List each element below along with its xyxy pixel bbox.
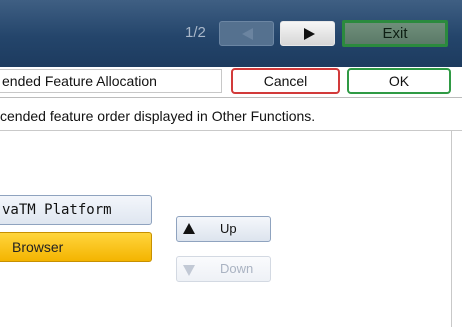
triangle-down-icon — [183, 265, 195, 276]
exit-button[interactable]: Exit — [342, 20, 448, 47]
top-bar: 1/2 Exit — [0, 0, 462, 67]
panel-border — [451, 131, 452, 327]
page-title: ended Feature Allocation — [0, 69, 222, 93]
divider — [0, 130, 462, 131]
list-item-browser[interactable]: Browser — [0, 232, 152, 262]
triangle-right-icon — [304, 28, 315, 40]
next-page-button[interactable] — [280, 21, 335, 46]
triangle-up-icon — [183, 223, 195, 234]
move-down-button[interactable]: Down — [176, 256, 271, 282]
triangle-left-icon — [242, 28, 253, 40]
header-bar: ended Feature Allocation Cancel OK — [0, 67, 462, 98]
list-item-java-platform[interactable]: vaTM Platform — [0, 195, 152, 225]
ok-button[interactable]: OK — [347, 68, 451, 94]
page-indicator: 1/2 — [185, 24, 206, 41]
move-up-button[interactable]: Up — [176, 216, 271, 242]
instruction-text: cended feature order displayed in Other … — [0, 108, 316, 124]
down-label: Down — [220, 261, 254, 276]
up-label: Up — [220, 221, 237, 236]
previous-page-button[interactable] — [219, 21, 274, 46]
cancel-button[interactable]: Cancel — [231, 68, 340, 94]
